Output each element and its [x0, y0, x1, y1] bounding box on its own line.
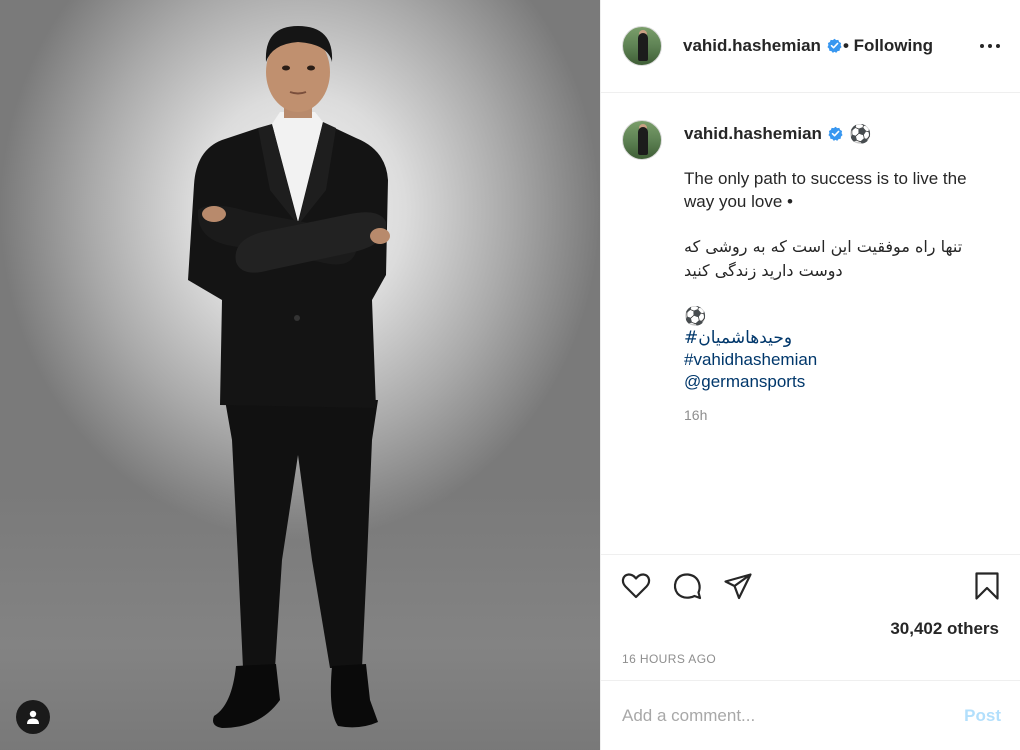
caption-username-row: vahid.hashemian ⚽ — [684, 124, 871, 145]
hashtag-vahidhashemian[interactable]: #vahidhashemian — [684, 349, 984, 371]
caption-text: The only path to success is to live the … — [684, 167, 984, 393]
hashtag-persian[interactable]: #وحیدهاشمیان — [684, 327, 984, 349]
soccer-ball-emoji: ⚽ — [848, 124, 872, 144]
likes-count[interactable]: 30,402 others — [890, 619, 999, 639]
verified-badge-icon — [828, 126, 843, 141]
more-options-icon[interactable] — [979, 37, 1001, 53]
user-tags-icon — [27, 710, 39, 724]
caption-timestamp[interactable]: 16h — [684, 407, 707, 423]
post-header: vahid.hashemian • Following — [601, 0, 1020, 93]
person-illustration — [188, 26, 390, 728]
post-details-panel: vahid.hashemian • Following vahid.hashem… — [600, 0, 1020, 750]
share-icon[interactable] — [723, 571, 753, 601]
heart-icon[interactable] — [621, 571, 651, 601]
mention-germansports[interactable]: @germansports — [684, 371, 984, 393]
author-username[interactable]: vahid.hashemian — [683, 36, 821, 55]
author-avatar[interactable] — [622, 26, 662, 66]
comment-form: Post — [601, 680, 1020, 750]
caption-author-username[interactable]: vahid.hashemian — [684, 124, 822, 143]
post-photo[interactable] — [0, 0, 600, 750]
post-timestamp[interactable]: 16 HOURS AGO — [622, 652, 716, 666]
caption-soccer-emoji: ⚽ — [684, 306, 707, 326]
caption-english: The only path to success is to live the … — [684, 169, 967, 211]
following-button[interactable]: • Following — [843, 36, 933, 56]
verified-badge-icon — [827, 38, 842, 53]
comment-icon[interactable] — [672, 571, 702, 601]
post-comment-button[interactable]: Post — [964, 706, 1001, 726]
bookmark-icon[interactable] — [972, 571, 1002, 601]
caption-persian: تنها راه موفقیت این است که به روشی که دو… — [684, 237, 963, 280]
author-username-row: vahid.hashemian — [683, 36, 842, 56]
caption-section: vahid.hashemian ⚽ The only path to succe… — [601, 94, 1020, 554]
comment-input[interactable] — [622, 703, 942, 729]
user-tags-button[interactable] — [16, 700, 50, 734]
post-actions: 30,402 others 16 HOURS AGO — [601, 554, 1020, 680]
caption-author-avatar[interactable] — [622, 120, 662, 160]
